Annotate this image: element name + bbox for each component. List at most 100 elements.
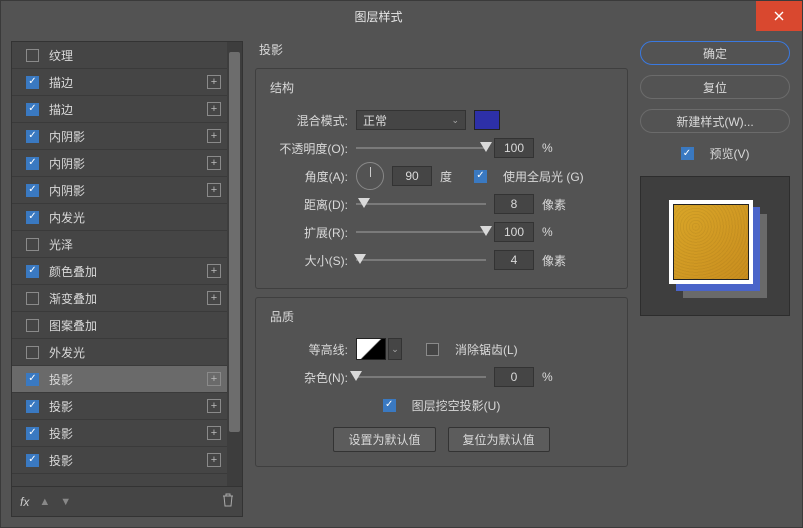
settings-panel: 投影 结构 混合模式: 正常 ⌄ 不透明度(O): 100 <box>255 41 628 517</box>
effect-row[interactable]: 投影+ <box>12 366 227 393</box>
scrollbar[interactable] <box>227 42 242 486</box>
knockout-checkbox[interactable]: 图层挖空投影(U) <box>383 397 501 414</box>
effect-checkbox[interactable] <box>26 76 39 89</box>
effect-row[interactable]: 颜色叠加+ <box>12 258 227 285</box>
effect-row[interactable]: 投影+ <box>12 420 227 447</box>
effect-row[interactable]: 内阴影+ <box>12 150 227 177</box>
effect-checkbox[interactable] <box>26 49 39 62</box>
effect-checkbox[interactable] <box>26 103 39 116</box>
effect-row[interactable]: 投影+ <box>12 447 227 474</box>
effect-row[interactable]: 内发光 <box>12 204 227 231</box>
opacity-unit: % <box>542 141 568 155</box>
spread-slider[interactable] <box>356 224 486 240</box>
effect-checkbox[interactable] <box>26 184 39 197</box>
blend-mode-select[interactable]: 正常 ⌄ <box>356 110 466 130</box>
blend-mode-value: 正常 <box>363 112 387 129</box>
contour-picker[interactable]: ⌄ <box>356 338 402 360</box>
chevron-down-icon: ⌄ <box>388 338 402 360</box>
size-unit: 像素 <box>542 252 568 269</box>
opacity-slider[interactable] <box>356 140 486 156</box>
add-effect-icon[interactable]: + <box>207 291 221 305</box>
preview-image <box>669 200 761 292</box>
new-style-button[interactable]: 新建样式(W)... <box>640 109 790 133</box>
ok-button[interactable]: 确定 <box>640 41 790 65</box>
effect-label: 内阴影 <box>49 155 207 172</box>
effect-checkbox[interactable] <box>26 157 39 170</box>
effect-checkbox[interactable] <box>26 454 39 467</box>
effect-row[interactable]: 内阴影+ <box>12 177 227 204</box>
effect-label: 投影 <box>49 371 207 388</box>
add-effect-icon[interactable]: + <box>207 372 221 386</box>
move-up-icon[interactable]: ▲ <box>39 496 50 508</box>
scrollbar-thumb[interactable] <box>229 52 240 432</box>
add-effect-icon[interactable]: + <box>207 399 221 413</box>
effect-row[interactable]: 外发光 <box>12 339 227 366</box>
global-light-checkbox[interactable]: 使用全局光 (G) <box>474 168 584 185</box>
effect-label: 纹理 <box>49 47 221 64</box>
effect-row[interactable]: 纹理 <box>12 42 227 69</box>
effect-label: 投影 <box>49 398 207 415</box>
trash-icon[interactable] <box>222 493 234 510</box>
spread-unit: % <box>542 225 568 239</box>
blend-mode-label: 混合模式: <box>270 112 348 129</box>
cancel-button[interactable]: 复位 <box>640 75 790 99</box>
opacity-input[interactable]: 100 <box>494 138 534 158</box>
add-effect-icon[interactable]: + <box>207 264 221 278</box>
preview-checkbox[interactable]: 预览(V) <box>640 145 790 162</box>
checkbox-icon <box>426 343 439 356</box>
effect-row[interactable]: 图案叠加 <box>12 312 227 339</box>
distance-slider[interactable] <box>356 196 486 212</box>
add-effect-icon[interactable]: + <box>207 156 221 170</box>
effect-checkbox[interactable] <box>26 130 39 143</box>
size-label: 大小(S): <box>270 252 348 269</box>
size-input[interactable]: 4 <box>494 250 534 270</box>
quality-group: 品质 等高线: ⌄ 消除锯齿(L) 杂色(N): <box>255 297 628 467</box>
effect-row[interactable]: 内阴影+ <box>12 123 227 150</box>
effect-label: 投影 <box>49 425 207 442</box>
noise-slider[interactable] <box>356 369 486 385</box>
effect-row[interactable]: 描边+ <box>12 69 227 96</box>
effect-checkbox[interactable] <box>26 211 39 224</box>
effect-row[interactable]: 投影+ <box>12 393 227 420</box>
effects-list: 纹理描边+描边+内阴影+内阴影+内阴影+内发光光泽颜色叠加+渐变叠加+图案叠加外… <box>12 42 242 486</box>
effect-label: 内阴影 <box>49 128 207 145</box>
add-effect-icon[interactable]: + <box>207 129 221 143</box>
structure-title: 结构 <box>270 79 613 96</box>
close-button[interactable] <box>756 1 802 31</box>
fx-menu[interactable]: fx <box>20 495 29 509</box>
antialias-checkbox[interactable]: 消除锯齿(L) <box>426 341 518 358</box>
effect-row[interactable]: 渐变叠加+ <box>12 285 227 312</box>
effect-row[interactable]: 光泽 <box>12 231 227 258</box>
effect-checkbox[interactable] <box>26 265 39 278</box>
distance-input[interactable]: 8 <box>494 194 534 214</box>
shadow-color-swatch[interactable] <box>474 110 500 130</box>
add-effect-icon[interactable]: + <box>207 102 221 116</box>
effects-sidebar: 纹理描边+描边+内阴影+内阴影+内阴影+内发光光泽颜色叠加+渐变叠加+图案叠加外… <box>11 41 243 517</box>
effect-label: 颜色叠加 <box>49 263 207 280</box>
add-effect-icon[interactable]: + <box>207 426 221 440</box>
add-effect-icon[interactable]: + <box>207 183 221 197</box>
noise-input[interactable]: 0 <box>494 367 534 387</box>
effect-row[interactable]: 描边+ <box>12 96 227 123</box>
add-effect-icon[interactable]: + <box>207 75 221 89</box>
angle-dial[interactable] <box>356 162 384 190</box>
move-down-icon[interactable]: ▼ <box>60 496 71 508</box>
effect-label: 光泽 <box>49 236 221 253</box>
reset-default-button[interactable]: 复位为默认值 <box>448 427 550 452</box>
effect-checkbox[interactable] <box>26 292 39 305</box>
contour-thumb-icon <box>356 338 386 360</box>
effect-checkbox[interactable] <box>26 400 39 413</box>
effect-label: 外发光 <box>49 344 221 361</box>
effect-checkbox[interactable] <box>26 346 39 359</box>
effect-checkbox[interactable] <box>26 238 39 251</box>
angle-input[interactable]: 90 <box>392 166 432 186</box>
set-default-button[interactable]: 设置为默认值 <box>333 427 435 452</box>
dialog-body: 纹理描边+描边+内阴影+内阴影+内阴影+内发光光泽颜色叠加+渐变叠加+图案叠加外… <box>1 31 802 527</box>
size-slider[interactable] <box>356 252 486 268</box>
sidebar-footer: fx ▲ ▼ <box>12 486 242 516</box>
spread-input[interactable]: 100 <box>494 222 534 242</box>
effect-checkbox[interactable] <box>26 319 39 332</box>
effect-checkbox[interactable] <box>26 373 39 386</box>
effect-checkbox[interactable] <box>26 427 39 440</box>
add-effect-icon[interactable]: + <box>207 453 221 467</box>
